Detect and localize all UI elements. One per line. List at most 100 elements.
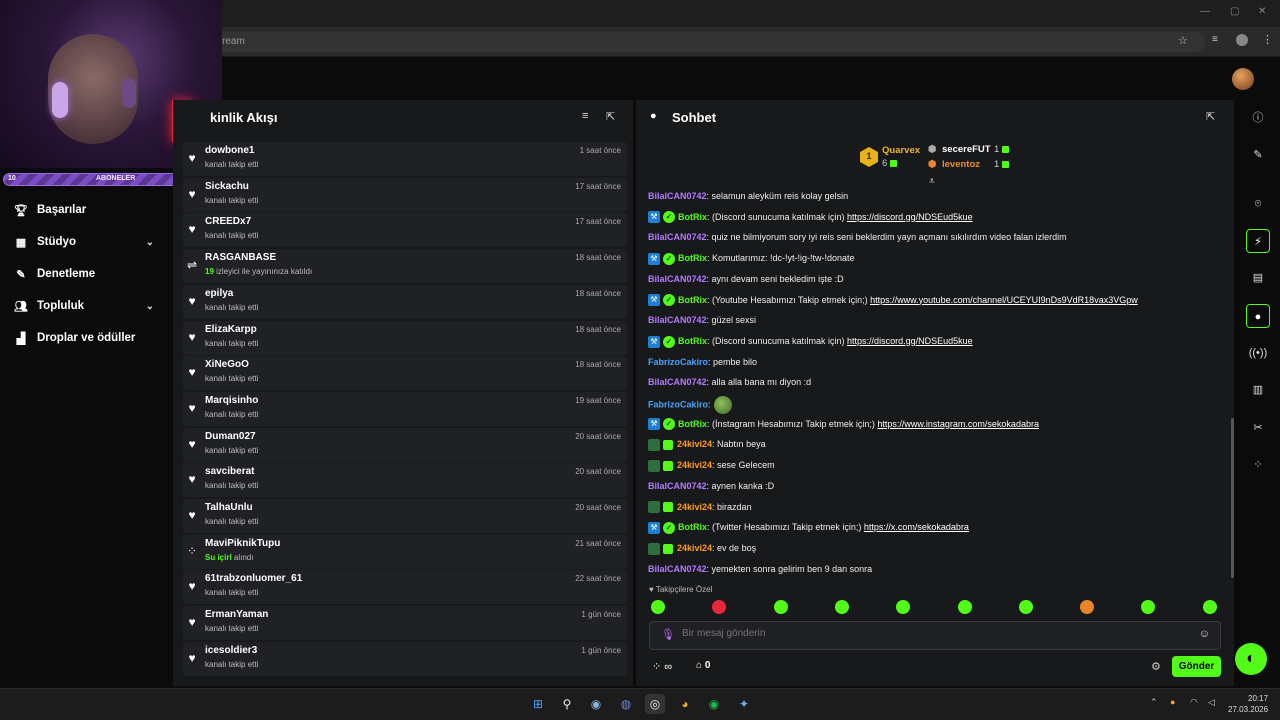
- chat-input-box[interactable]: 🎙︎ ☺: [649, 621, 1221, 650]
- chat-link[interactable]: https://www.instagram.com/sekokadabra: [877, 419, 1039, 429]
- feed-event-row[interactable]: ♥ CREEDx7 kanalı takip etti 17 saat önce: [183, 213, 627, 248]
- system-clock[interactable]: 20:17 27.03.2026: [1228, 693, 1268, 715]
- feed-event-username[interactable]: ErmanYaman: [205, 609, 268, 620]
- edit-pencil-icon[interactable]: ✎: [1246, 143, 1270, 167]
- feed-event-row[interactable]: ⇌ RASGANBASE 19 izleyici ile yayınınıza ka…: [183, 249, 627, 284]
- chevron-down-icon[interactable]: ⌄: [146, 237, 154, 248]
- feed-event-row[interactable]: ♥ ElizaKarpp kanalı takip etti 18 saat önce: [183, 320, 627, 355]
- maximize-icon[interactable]: ▢: [1230, 6, 1239, 17]
- browser-menu-icon[interactable]: ⋮: [1262, 33, 1273, 46]
- feed-event-username[interactable]: savciberat: [205, 466, 254, 477]
- chat-username[interactable]: 24kivi24: [677, 502, 712, 512]
- feed-event-row[interactable]: ♥ icesoldier3 kanalı takip etti 1 gün önce: [183, 641, 627, 676]
- feed-event-username[interactable]: icesoldier3: [205, 645, 257, 656]
- feed-event-username[interactable]: ElizaKarpp: [205, 324, 257, 335]
- filter-icon[interactable]: ≡: [582, 110, 588, 122]
- feed-event-row[interactable]: ♥ savciberat kanalı takip etti 20 saat önce: [183, 463, 627, 498]
- chat-username[interactable]: FabrizoCakiro: [648, 399, 708, 409]
- feed-event-row[interactable]: ♥ XiNeGoO kanalı takip etti 18 saat önce: [183, 356, 627, 391]
- app-icon[interactable]: ✦: [734, 694, 754, 714]
- help-headset-icon[interactable]: ◐: [1235, 643, 1267, 675]
- feed-event-username[interactable]: epilya: [205, 288, 233, 299]
- chat-username[interactable]: BotRix: [678, 295, 707, 305]
- broadcast-icon[interactable]: ((•)): [1246, 341, 1270, 365]
- chat-username[interactable]: BotRix: [678, 419, 707, 429]
- emote-icon[interactable]: [957, 600, 972, 614]
- chat-settings-gear-icon[interactable]: ⚙: [1151, 660, 1161, 673]
- chat-username[interactable]: BilalCAN0742: [648, 191, 707, 201]
- emote-icon[interactable]: [773, 600, 788, 614]
- start-menu-icon[interactable]: ⊞: [528, 694, 548, 714]
- feed-event-username[interactable]: RASGANBASE: [205, 252, 276, 263]
- chat-link[interactable]: https://x.com/sekokadabra: [864, 522, 969, 532]
- nav-achievements[interactable]: 🏆︎ Başarılar: [14, 199, 164, 221]
- chat-popout-icon[interactable]: ⇱: [1206, 110, 1215, 123]
- steam-icon[interactable]: ◉: [586, 694, 606, 714]
- feed-event-row[interactable]: ♥ Duman027 kanalı takip etti 20 saat önce: [183, 427, 627, 462]
- minimize-icon[interactable]: —: [1200, 6, 1210, 17]
- chat-username[interactable]: BotRix: [678, 212, 707, 222]
- chat-username[interactable]: BilalCAN0742: [648, 274, 707, 284]
- feed-event-username[interactable]: Duman027: [205, 431, 256, 442]
- close-window-icon[interactable]: ✕: [1258, 6, 1266, 17]
- lightning-icon[interactable]: ⚡︎: [1246, 229, 1270, 253]
- chat-username[interactable]: BilalCAN0742: [648, 232, 707, 242]
- chat-username[interactable]: BilalCAN0742: [648, 377, 707, 387]
- emote-icon[interactable]: [1202, 600, 1217, 614]
- volume-icon[interactable]: ◁: [1208, 697, 1215, 708]
- user-avatar[interactable]: [1232, 68, 1254, 90]
- feed-event-username[interactable]: TalhaUnlu: [205, 502, 253, 513]
- channel-points-row[interactable]: ⁘ ∞: [652, 660, 672, 673]
- focus-icon[interactable]: ⌾: [1246, 192, 1270, 216]
- feed-event-username[interactable]: Marqisinho: [205, 395, 258, 406]
- feed-event-row[interactable]: ♥ dowbone1 kanalı takip etti 1 saat önce: [183, 142, 627, 176]
- second-place-name[interactable]: secereFUT: [942, 144, 991, 155]
- tray-chevron-icon[interactable]: ⌃: [1150, 697, 1158, 708]
- emoji-picker-icon[interactable]: ☺: [1199, 628, 1210, 640]
- chat-link[interactable]: https://discord.gg/NDSEud5kue: [847, 336, 973, 346]
- profile-icon[interactable]: [1236, 34, 1248, 46]
- layout-icon[interactable]: ▥: [1246, 378, 1270, 402]
- media-control-icon[interactable]: ≡: [1212, 34, 1218, 45]
- chat-toggle-icon[interactable]: ●: [1246, 304, 1270, 328]
- spotify-icon[interactable]: ◉: [704, 694, 724, 714]
- chat-message-input[interactable]: [682, 628, 1182, 639]
- search-icon[interactable]: ⚲: [557, 694, 577, 714]
- chat-username[interactable]: BotRix: [678, 522, 707, 532]
- chat-username[interactable]: BilalCAN0742: [648, 564, 707, 574]
- bookmark-star-icon[interactable]: ☆: [1178, 34, 1188, 47]
- emote-icon[interactable]: [1080, 600, 1095, 614]
- emote-icon[interactable]: [834, 600, 849, 614]
- chat-scrollbar[interactable]: [1231, 418, 1234, 578]
- feed-event-row[interactable]: ♥ 61trabzonluomer_61 kanalı takip etti 22 s…: [183, 570, 627, 605]
- chat-username[interactable]: BotRix: [678, 253, 707, 263]
- chat-username[interactable]: 24kivi24: [677, 439, 712, 449]
- feed-event-row[interactable]: ♥ Marqisinho kanalı takip etti 19 saat önce: [183, 391, 627, 426]
- document-icon[interactable]: ▤: [1246, 266, 1270, 290]
- feed-event-username[interactable]: XiNeGoO: [205, 359, 249, 370]
- chrome-icon[interactable]: ◕: [675, 694, 695, 714]
- nav-moderation[interactable]: ✎ Denetleme: [14, 263, 164, 285]
- chat-username[interactable]: 24kivi24: [677, 460, 712, 470]
- emote-icon[interactable]: [1018, 600, 1033, 614]
- first-place-name[interactable]: Quarvex: [882, 145, 920, 156]
- send-button[interactable]: Gönder: [1172, 656, 1221, 677]
- expand-podium-icon[interactable]: ⩡: [929, 176, 935, 187]
- nav-studio[interactable]: ▦ Stüdyo ⌄: [14, 231, 164, 253]
- tray-mic-icon[interactable]: ●: [1170, 697, 1175, 707]
- feed-event-username[interactable]: CREEDx7: [205, 216, 251, 227]
- feed-event-row[interactable]: ♥ TalhaUnlu kanalı takip etti 20 saat önce: [183, 499, 627, 533]
- feed-event-row[interactable]: ♥ Sickachu kanalı takip etti 17 saat önce: [183, 177, 627, 212]
- tools-wrench-icon[interactable]: ✂: [1246, 416, 1270, 440]
- microphone-icon[interactable]: 🎙︎: [661, 628, 675, 641]
- nav-community[interactable]: 👥︎ Topluluk ⌄: [14, 295, 164, 317]
- discord-icon[interactable]: ◍: [616, 694, 636, 714]
- chat-link[interactable]: https://discord.gg/NDSEud5kue: [847, 212, 973, 222]
- obs-icon[interactable]: ◎: [645, 694, 665, 714]
- points-settings-icon[interactable]: ⁘: [1246, 453, 1270, 477]
- chat-username[interactable]: 24kivi24: [677, 543, 712, 553]
- feed-event-row[interactable]: ♥ ErmanYaman kanalı takip etti 1 gün önce: [183, 606, 627, 641]
- chevron-down-icon[interactable]: ⌄: [146, 301, 154, 312]
- feed-event-row[interactable]: ♥ epilya kanalı takip etti 18 saat önce: [183, 284, 627, 319]
- wifi-icon[interactable]: ◠: [1190, 697, 1198, 708]
